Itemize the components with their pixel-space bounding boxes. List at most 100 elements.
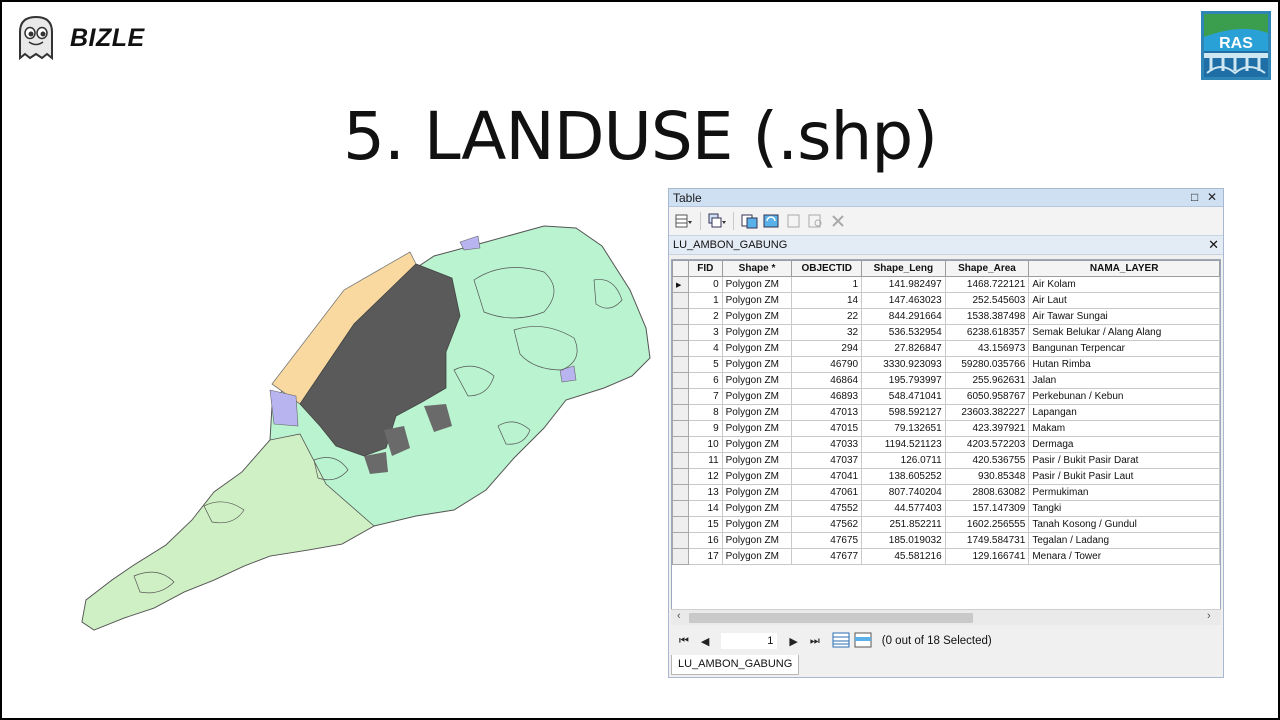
row-selector[interactable] (672, 372, 689, 389)
cell-shape-area[interactable]: 59280.035766 (944, 356, 1030, 373)
row-selector[interactable] (672, 516, 689, 533)
cell-objectid[interactable]: 22 (791, 308, 863, 325)
table-row[interactable]: 8 Polygon ZM 47013 598.592127 23603.382227 La… (672, 404, 1220, 421)
show-all-records-icon[interactable] (832, 632, 850, 651)
cell-nama-layer[interactable]: Air Tawar Sungai (1028, 308, 1220, 325)
row-selector[interactable] (672, 292, 689, 309)
cell-nama-layer[interactable]: Tanah Kosong / Gundul (1028, 516, 1220, 533)
cell-shape[interactable]: Polygon ZM (721, 500, 793, 517)
cell-fid[interactable]: 1 (687, 292, 723, 309)
row-selector[interactable] (672, 484, 689, 501)
cell-shape-leng[interactable]: 185.019032 (861, 532, 946, 549)
cell-shape[interactable]: Polygon ZM (721, 292, 793, 309)
cell-nama-layer[interactable]: Tegalan / Ladang (1028, 532, 1220, 549)
cell-objectid[interactable]: 47041 (791, 468, 863, 485)
cell-nama-layer[interactable]: Tangki (1028, 500, 1220, 517)
cell-fid[interactable]: 0 (687, 276, 723, 293)
delete-selected-icon[interactable] (829, 212, 847, 230)
cell-shape-leng[interactable]: 79.132651 (861, 420, 946, 437)
cell-objectid[interactable]: 1 (791, 276, 863, 293)
table-row[interactable]: 3 Polygon ZM 32 536.532954 6238.618357 Semak … (672, 324, 1220, 341)
column-header-nama-layer[interactable]: NAMA_LAYER (1028, 260, 1220, 277)
cell-shape-area[interactable]: 252.545603 (944, 292, 1030, 309)
first-record-icon[interactable]: ⏮ (679, 635, 689, 648)
cell-fid[interactable]: 3 (687, 324, 723, 341)
cell-nama-layer[interactable]: Hutan Rimba (1028, 356, 1220, 373)
cell-shape[interactable]: Polygon ZM (721, 548, 793, 565)
cell-shape-leng[interactable]: 3330.923093 (861, 356, 946, 373)
scroll-right-icon[interactable]: › (1207, 610, 1211, 622)
close-icon[interactable]: ✕ (1207, 190, 1217, 204)
cell-nama-layer[interactable]: Perkebunan / Kebun (1028, 388, 1220, 405)
cell-shape-area[interactable]: 1538.387498 (944, 308, 1030, 325)
cell-shape[interactable]: Polygon ZM (721, 356, 793, 373)
cell-fid[interactable]: 7 (687, 388, 723, 405)
cell-shape[interactable]: Polygon ZM (721, 468, 793, 485)
cell-shape-area[interactable]: 4203.572203 (944, 436, 1030, 453)
row-selector[interactable] (672, 420, 689, 437)
next-record-icon[interactable]: ▶ (789, 635, 797, 648)
cell-shape-leng[interactable]: 1194.521123 (861, 436, 946, 453)
cell-shape[interactable]: Polygon ZM (721, 532, 793, 549)
table-row[interactable]: 16 Polygon ZM 47675 185.019032 1749.584731 Te… (672, 532, 1220, 549)
zoom-to-selected-icon[interactable] (807, 212, 825, 230)
table-row[interactable]: 9 Polygon ZM 47015 79.132651 423.397921 Makam (672, 420, 1220, 437)
table-row[interactable]: 14 Polygon ZM 47552 44.577403 157.147309 Tang… (672, 500, 1220, 517)
cell-fid[interactable]: 15 (687, 516, 723, 533)
cell-nama-layer[interactable]: Air Laut (1028, 292, 1220, 309)
cell-objectid[interactable]: 47562 (791, 516, 863, 533)
cell-shape[interactable]: Polygon ZM (721, 516, 793, 533)
cell-nama-layer[interactable]: Jalan (1028, 372, 1220, 389)
select-by-attributes-icon[interactable] (741, 212, 759, 230)
row-selector[interactable] (672, 548, 689, 565)
table-tab[interactable]: LU_AMBON_GABUNG ✕ (669, 235, 1223, 255)
cell-shape[interactable]: Polygon ZM (721, 276, 793, 293)
table-row[interactable]: 1 Polygon ZM 14 147.463023 252.545603 Air Lau… (672, 292, 1220, 309)
cell-shape-area[interactable]: 1749.584731 (944, 532, 1030, 549)
previous-record-icon[interactable]: ◀ (701, 635, 709, 648)
row-selector[interactable] (672, 452, 689, 469)
cell-shape-area[interactable]: 2808.63082 (944, 484, 1030, 501)
cell-shape-leng[interactable]: 27.826847 (861, 340, 946, 357)
cell-shape-leng[interactable]: 45.581216 (861, 548, 946, 565)
row-selector[interactable] (672, 324, 689, 341)
table-row[interactable]: 7 Polygon ZM 46893 548.471041 6050.958767 Per… (672, 388, 1220, 405)
cell-shape-area[interactable]: 43.156973 (944, 340, 1030, 357)
cell-shape[interactable]: Polygon ZM (721, 452, 793, 469)
cell-fid[interactable]: 13 (687, 484, 723, 501)
cell-shape-area[interactable]: 157.147309 (944, 500, 1030, 517)
column-header-objectid[interactable]: OBJECTID (791, 260, 863, 277)
cell-objectid[interactable]: 294 (791, 340, 863, 357)
table-row[interactable]: 2 Polygon ZM 22 844.291664 1538.387498 Air Ta… (672, 308, 1220, 325)
column-header-shape-area[interactable]: Shape_Area (944, 260, 1030, 277)
cell-fid[interactable]: 9 (687, 420, 723, 437)
show-selected-records-icon[interactable] (854, 632, 872, 651)
row-selector[interactable] (672, 340, 689, 357)
cell-fid[interactable]: 10 (687, 436, 723, 453)
cell-shape-area[interactable]: 255.962631 (944, 372, 1030, 389)
row-selector[interactable] (672, 356, 689, 373)
table-row[interactable]: 4 Polygon ZM 294 27.826847 43.156973 Bangunan… (672, 340, 1220, 357)
row-selector[interactable] (672, 500, 689, 517)
cell-nama-layer[interactable]: Pasir / Bukit Pasir Darat (1028, 452, 1220, 469)
cell-shape-leng[interactable]: 548.471041 (861, 388, 946, 405)
cell-shape-leng[interactable]: 147.463023 (861, 292, 946, 309)
row-selector[interactable] (672, 308, 689, 325)
cell-nama-layer[interactable]: Semak Belukar / Alang Alang (1028, 324, 1220, 341)
cell-fid[interactable]: 17 (687, 548, 723, 565)
row-selector[interactable]: ▶ (672, 276, 689, 293)
cell-objectid[interactable]: 47675 (791, 532, 863, 549)
cell-fid[interactable]: 4 (687, 340, 723, 357)
table-row[interactable]: 11 Polygon ZM 47037 126.0711 420.536755 Pasir… (672, 452, 1220, 469)
cell-objectid[interactable]: 47552 (791, 500, 863, 517)
row-selector[interactable] (672, 436, 689, 453)
table-row[interactable]: ▶ 0 Polygon ZM 1 141.982497 1468.722121 Air Ko… (672, 276, 1220, 293)
column-header-shape-leng[interactable]: Shape_Leng (861, 260, 946, 277)
bottom-table-tab[interactable]: LU_AMBON_GABUNG (671, 655, 800, 675)
related-tables-icon[interactable] (708, 212, 726, 230)
cell-shape[interactable]: Polygon ZM (721, 436, 793, 453)
cell-shape-area[interactable]: 1468.722121 (944, 276, 1030, 293)
cell-shape-area[interactable]: 6238.618357 (944, 324, 1030, 341)
cell-objectid[interactable]: 46790 (791, 356, 863, 373)
cell-shape-leng[interactable]: 141.982497 (861, 276, 946, 293)
